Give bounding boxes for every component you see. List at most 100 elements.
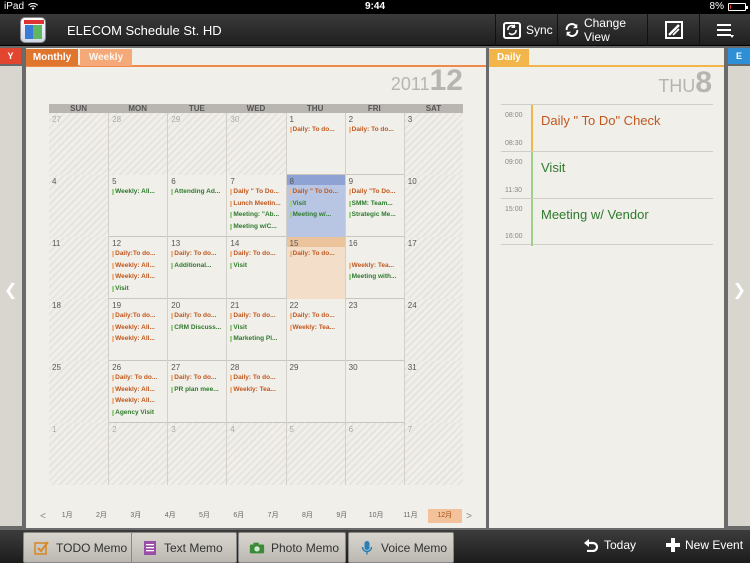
day-cell[interactable]: 13 Daily: To do... Additional... xyxy=(167,237,226,299)
day-cell[interactable]: 16 Weekly: Tea... Meeting with... xyxy=(344,237,404,299)
calendar-event[interactable]: Weekly: Tea... xyxy=(230,386,284,393)
daily-entry[interactable]: 15:00 16:00 Meeting w/ Vendor xyxy=(501,198,713,246)
edit-button[interactable] xyxy=(647,14,699,46)
calendar-event[interactable]: Daily: To do... xyxy=(171,374,225,381)
calendar-event[interactable]: Daily: To do... xyxy=(348,126,403,133)
day-cell[interactable]: 4 xyxy=(49,175,109,237)
month-item[interactable]: 6月 xyxy=(222,509,256,523)
month-item[interactable]: 7月 xyxy=(256,509,290,523)
month-item[interactable]: 5月 xyxy=(187,509,221,523)
calendar-event[interactable]: Daily:To do... xyxy=(112,312,166,319)
calendar-event[interactable]: Meeting w/... xyxy=(289,211,344,218)
day-cell[interactable]: 14 Daily: To do... Visit xyxy=(226,237,285,299)
calendar-event[interactable]: Daily: To do... xyxy=(289,312,344,319)
calendar-event[interactable]: Daily: To do... xyxy=(289,126,344,133)
calendar-event[interactable]: Lunch Meetin... xyxy=(230,200,284,207)
calendar-event[interactable]: Weekly: All... xyxy=(112,397,166,404)
day-cell[interactable]: 10 xyxy=(403,175,463,237)
day-cell[interactable]: 6 Attending Ad... xyxy=(167,175,226,237)
month-item[interactable]: 8月 xyxy=(290,509,324,523)
calendar-event[interactable]: Weekly: Tea... xyxy=(348,262,403,269)
day-cell[interactable]: 18 xyxy=(49,299,109,361)
day-cell[interactable]: 7 Daily " To Do... Lunch Meetin... Meeting:… xyxy=(226,175,285,237)
month-item[interactable]: 9月 xyxy=(325,509,359,523)
calendar-event[interactable]: Agency Visit xyxy=(112,409,166,416)
calendar-event[interactable]: Weekly: All... xyxy=(112,188,166,195)
day-cell[interactable]: 1 xyxy=(49,423,109,485)
calendar-event[interactable]: Additional... xyxy=(171,262,225,269)
day-cell[interactable]: 3 xyxy=(403,113,463,175)
day-cell[interactable]: 11 xyxy=(49,237,109,299)
calendar-event[interactable]: Daily "To Do... xyxy=(348,188,403,195)
calendar-event[interactable]: Weekly: All... xyxy=(112,262,166,269)
calendar-event[interactable]: Strategic Me... xyxy=(348,211,403,218)
next-arrow-icon[interactable]: ❯ xyxy=(733,280,746,300)
photo-memo-button[interactable]: Photo Memo xyxy=(238,532,346,563)
daily-entry[interactable]: 08:00 08:30 Daily " To Do" Check xyxy=(501,104,713,152)
month-item[interactable]: 3月 xyxy=(119,509,153,523)
day-cell[interactable]: 30 xyxy=(226,113,286,175)
day-cell[interactable]: 27 Daily: To do... PR plan mee... xyxy=(167,361,226,423)
day-cell[interactable]: 20 Daily: To do... CRM Discuss... xyxy=(167,299,226,361)
calendar-event[interactable]: Weekly: All... xyxy=(112,386,166,393)
calendar-event[interactable]: Weekly: All... xyxy=(112,324,166,331)
day-cell[interactable]: 7 xyxy=(403,423,463,485)
event-side-tab[interactable]: E xyxy=(728,48,750,64)
day-cell[interactable]: 2 xyxy=(108,423,168,485)
day-cell[interactable]: 2 Daily: To do... xyxy=(344,113,404,175)
calendar-event[interactable]: Visit xyxy=(230,324,284,331)
calendar-event[interactable]: Daily:To do... xyxy=(112,250,166,257)
day-cell[interactable]: 29 xyxy=(285,361,345,423)
month-item[interactable]: 4月 xyxy=(153,509,187,523)
day-cell[interactable]: 21 Daily: To do... Visit Marketing Pl... xyxy=(226,299,285,361)
calendar-event[interactable]: Daily: To do... xyxy=(230,374,284,381)
month-next-button[interactable]: > xyxy=(462,511,476,522)
day-cell[interactable]: 25 xyxy=(49,361,109,423)
calendar-event[interactable]: CRM Discuss... xyxy=(171,324,225,331)
day-cell[interactable]: 15 Daily: To do... xyxy=(285,237,345,299)
calendar-event[interactable]: Daily: To do... xyxy=(230,250,284,257)
calendar-event[interactable]: Daily: To do... xyxy=(230,312,284,319)
calendar-event[interactable]: Weekly: Tea... xyxy=(289,324,344,331)
day-cell[interactable]: 6 xyxy=(344,423,404,485)
day-cell[interactable]: 4 xyxy=(226,423,286,485)
calendar-event[interactable]: Daily " To Do... xyxy=(230,188,284,195)
calendar-event[interactable]: Weekly: All... xyxy=(112,273,166,280)
month-item[interactable]: 11月 xyxy=(393,509,427,523)
day-cell[interactable]: 30 xyxy=(344,361,404,423)
calendar-event[interactable]: Meeting: "Ab... xyxy=(230,211,284,218)
calendar-event[interactable]: Daily " To Do... xyxy=(289,188,344,195)
daily-entry[interactable]: 09:00 11:30 Visit xyxy=(501,151,713,199)
day-cell[interactable]: 27 xyxy=(49,113,109,175)
month-item[interactable]: 12月 xyxy=(427,509,462,523)
day-cell[interactable]: 9 Daily "To Do... SMM: Team... Strategic Me… xyxy=(344,175,404,237)
day-cell[interactable]: 28 xyxy=(108,113,168,175)
voice-memo-button[interactable]: Voice Memo xyxy=(348,532,454,563)
calendar-event[interactable]: Visit xyxy=(230,262,284,269)
calendar-event[interactable]: Visit xyxy=(112,285,166,292)
day-cell[interactable]: 22 Daily: To do... Weekly: Tea... xyxy=(285,299,345,361)
today-button[interactable]: Today xyxy=(583,538,636,552)
day-cell[interactable]: 3 xyxy=(167,423,227,485)
calendar-event[interactable]: SMM: Team... xyxy=(348,200,403,207)
calendar-event[interactable]: Weekly: All... xyxy=(112,335,166,342)
day-cell[interactable]: 31 xyxy=(403,361,463,423)
previous-arrow-icon[interactable]: ❮ xyxy=(4,280,17,300)
calendar-event[interactable]: PR plan mee... xyxy=(171,386,225,393)
calendar-event[interactable]: Meeting w/C... xyxy=(230,223,284,230)
day-cell[interactable]: 26 Daily: To do... Weekly: All... Weekly: A… xyxy=(108,361,167,423)
calendar-event[interactable]: Visit xyxy=(289,200,344,207)
month-item[interactable]: 10月 xyxy=(359,509,393,523)
sync-button[interactable]: Sync xyxy=(495,14,557,46)
calendar-event[interactable]: Daily: To do... xyxy=(171,312,225,319)
calendar-event[interactable]: Attending Ad... xyxy=(171,188,225,195)
day-cell[interactable]: 12 Daily:To do... Weekly: All... Weekly: Al… xyxy=(108,237,167,299)
day-cell[interactable]: 8 Daily " To Do... Visit Meeting w/... xyxy=(285,175,345,237)
change-view-button[interactable]: Change View xyxy=(557,14,647,46)
text-memo-button[interactable]: Text Memo xyxy=(131,532,237,563)
calendar-event[interactable]: Daily: To do... xyxy=(289,250,344,257)
month-prev-button[interactable]: < xyxy=(36,511,50,522)
tab-weekly[interactable]: Weekly xyxy=(80,49,132,66)
month-item[interactable]: 2月 xyxy=(84,509,118,523)
day-cell[interactable]: 1 Daily: To do... xyxy=(285,113,345,175)
